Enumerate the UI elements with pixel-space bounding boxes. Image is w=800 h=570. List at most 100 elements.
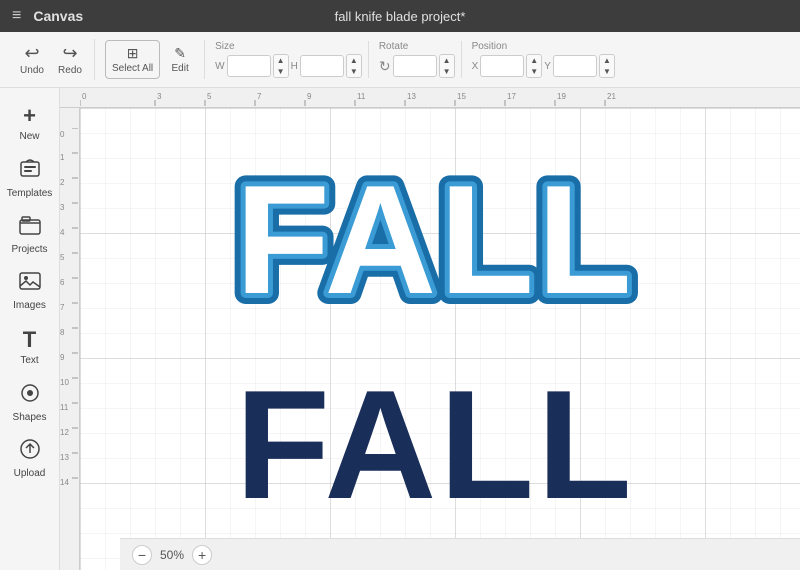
undo-button[interactable]: ↩ Undo [14, 39, 50, 80]
size-row: W ▲▼ H ▲▼ [215, 54, 362, 78]
undo-icon: ↩ [24, 43, 39, 64]
rotate-input[interactable] [393, 55, 437, 77]
sidebar-item-images-label: Images [13, 300, 46, 311]
sidebar-item-shapes[interactable]: Shapes [4, 376, 56, 428]
select-all-icon: ⊞ [127, 45, 139, 62]
svg-text:5: 5 [60, 253, 65, 262]
sidebar: + New Templates Projects Images T Text S… [0, 88, 60, 570]
sidebar-item-upload-label: Upload [14, 468, 46, 479]
images-icon [19, 270, 41, 298]
sidebar-item-templates-label: Templates [7, 188, 53, 199]
svg-text:10: 10 [60, 378, 69, 387]
svg-text:2: 2 [60, 178, 65, 187]
svg-text:9: 9 [307, 92, 312, 101]
svg-text:9: 9 [60, 353, 65, 362]
app-title: Canvas [33, 8, 83, 24]
select-all-label: Select All [112, 63, 153, 74]
projects-icon [19, 214, 41, 242]
edit-label: Edit [172, 63, 189, 74]
sidebar-item-templates[interactable]: Templates [4, 152, 56, 204]
zoom-out-button[interactable]: − [132, 545, 152, 565]
rotate-row: ↻ ▲▼ [379, 54, 455, 78]
width-spinner[interactable]: ▲▼ [273, 54, 289, 78]
svg-text:21: 21 [607, 92, 616, 101]
upload-icon [19, 438, 41, 466]
svg-text:15: 15 [457, 92, 466, 101]
select-all-button[interactable]: ⊞ Select All [105, 40, 160, 79]
title-bar: ≡ Canvas fall knife blade project* [0, 0, 800, 32]
ruler-top: 0 3 5 7 9 11 13 15 17 19 21 [60, 88, 800, 108]
project-title: fall knife blade project* [335, 9, 466, 24]
redo-button[interactable]: ↪ Redo [52, 39, 88, 80]
x-input[interactable] [480, 55, 524, 77]
bottom-bar: − 50% + [120, 538, 800, 570]
y-label: Y [544, 61, 551, 72]
position-group: Position X ▲▼ Y ▲▼ [466, 41, 621, 78]
svg-text:12: 12 [60, 428, 69, 437]
width-input[interactable] [227, 55, 271, 77]
sidebar-item-new-label: New [19, 131, 39, 142]
size-label: Size [215, 41, 234, 52]
text-icon: T [23, 327, 36, 353]
svg-text:FALL: FALL [235, 358, 634, 531]
edit-button[interactable]: ✎ Edit [162, 41, 198, 78]
svg-text:19: 19 [557, 92, 566, 101]
svg-text:3: 3 [157, 92, 162, 101]
y-spinner[interactable]: ▲▼ [599, 54, 615, 78]
y-input[interactable] [553, 55, 597, 77]
new-icon: + [23, 103, 36, 129]
select-all-group: ⊞ Select All ✎ Edit [99, 40, 205, 79]
sidebar-item-text[interactable]: T Text [4, 320, 56, 372]
rotate-spinner[interactable]: ▲▼ [439, 54, 455, 78]
svg-text:7: 7 [257, 92, 262, 101]
height-spinner[interactable]: ▲▼ [346, 54, 362, 78]
svg-text:17: 17 [507, 92, 516, 101]
svg-text:7: 7 [60, 303, 65, 312]
x-spinner[interactable]: ▲▼ [526, 54, 542, 78]
redo-label: Redo [58, 65, 82, 76]
sidebar-item-images[interactable]: Images [4, 264, 56, 316]
sidebar-item-text-label: Text [20, 355, 38, 366]
svg-text:14: 14 [60, 478, 69, 487]
height-input[interactable] [300, 55, 344, 77]
svg-text:6: 6 [60, 278, 65, 287]
svg-text:0: 0 [82, 92, 87, 101]
sidebar-item-upload[interactable]: Upload [4, 432, 56, 484]
grid-canvas: FALL FALL FALL FALL [80, 108, 800, 570]
toolbar: ↩ Undo ↪ Redo ⊞ Select All ✎ Edit Size W… [0, 32, 800, 88]
size-field: Size W ▲▼ H ▲▼ [215, 41, 362, 78]
position-label: Position [472, 41, 508, 52]
ruler-left: 0 1 2 3 4 5 6 7 8 9 10 11 12 13 [60, 108, 80, 570]
svg-text:11: 11 [357, 92, 366, 101]
shapes-icon [19, 382, 41, 410]
zoom-in-button[interactable]: + [192, 545, 212, 565]
sidebar-item-projects-label: Projects [11, 244, 47, 255]
svg-text:1: 1 [60, 153, 65, 162]
svg-text:13: 13 [407, 92, 416, 101]
svg-text:11: 11 [60, 403, 69, 412]
edit-icon: ✎ [174, 45, 186, 62]
templates-icon [19, 158, 41, 186]
position-row: X ▲▼ Y ▲▼ [472, 54, 615, 78]
menu-icon[interactable]: ≡ [12, 7, 21, 25]
rotate-icon: ↻ [379, 58, 391, 75]
h-label: H [291, 61, 298, 72]
svg-text:0: 0 [60, 130, 65, 139]
rotate-group: Rotate ↻ ▲▼ [373, 41, 462, 78]
w-label: W [215, 61, 224, 72]
fall-text-bottom: FALL [80, 108, 800, 570]
sidebar-item-shapes-label: Shapes [13, 412, 47, 423]
svg-text:5: 5 [207, 92, 212, 101]
rotate-field: Rotate ↻ ▲▼ [379, 41, 455, 78]
undo-redo-group: ↩ Undo ↪ Redo [8, 39, 95, 80]
svg-text:13: 13 [60, 453, 69, 462]
x-label: X [472, 61, 479, 72]
size-group: Size W ▲▼ H ▲▼ [209, 41, 369, 78]
redo-icon: ↪ [62, 43, 77, 64]
svg-text:4: 4 [60, 228, 65, 237]
sidebar-item-projects[interactable]: Projects [4, 208, 56, 260]
sidebar-item-new[interactable]: + New [4, 96, 56, 148]
rotate-label: Rotate [379, 41, 408, 52]
canvas-area: 0 3 5 7 9 11 13 15 17 19 21 0 [60, 88, 800, 570]
position-field: Position X ▲▼ Y ▲▼ [472, 41, 615, 78]
